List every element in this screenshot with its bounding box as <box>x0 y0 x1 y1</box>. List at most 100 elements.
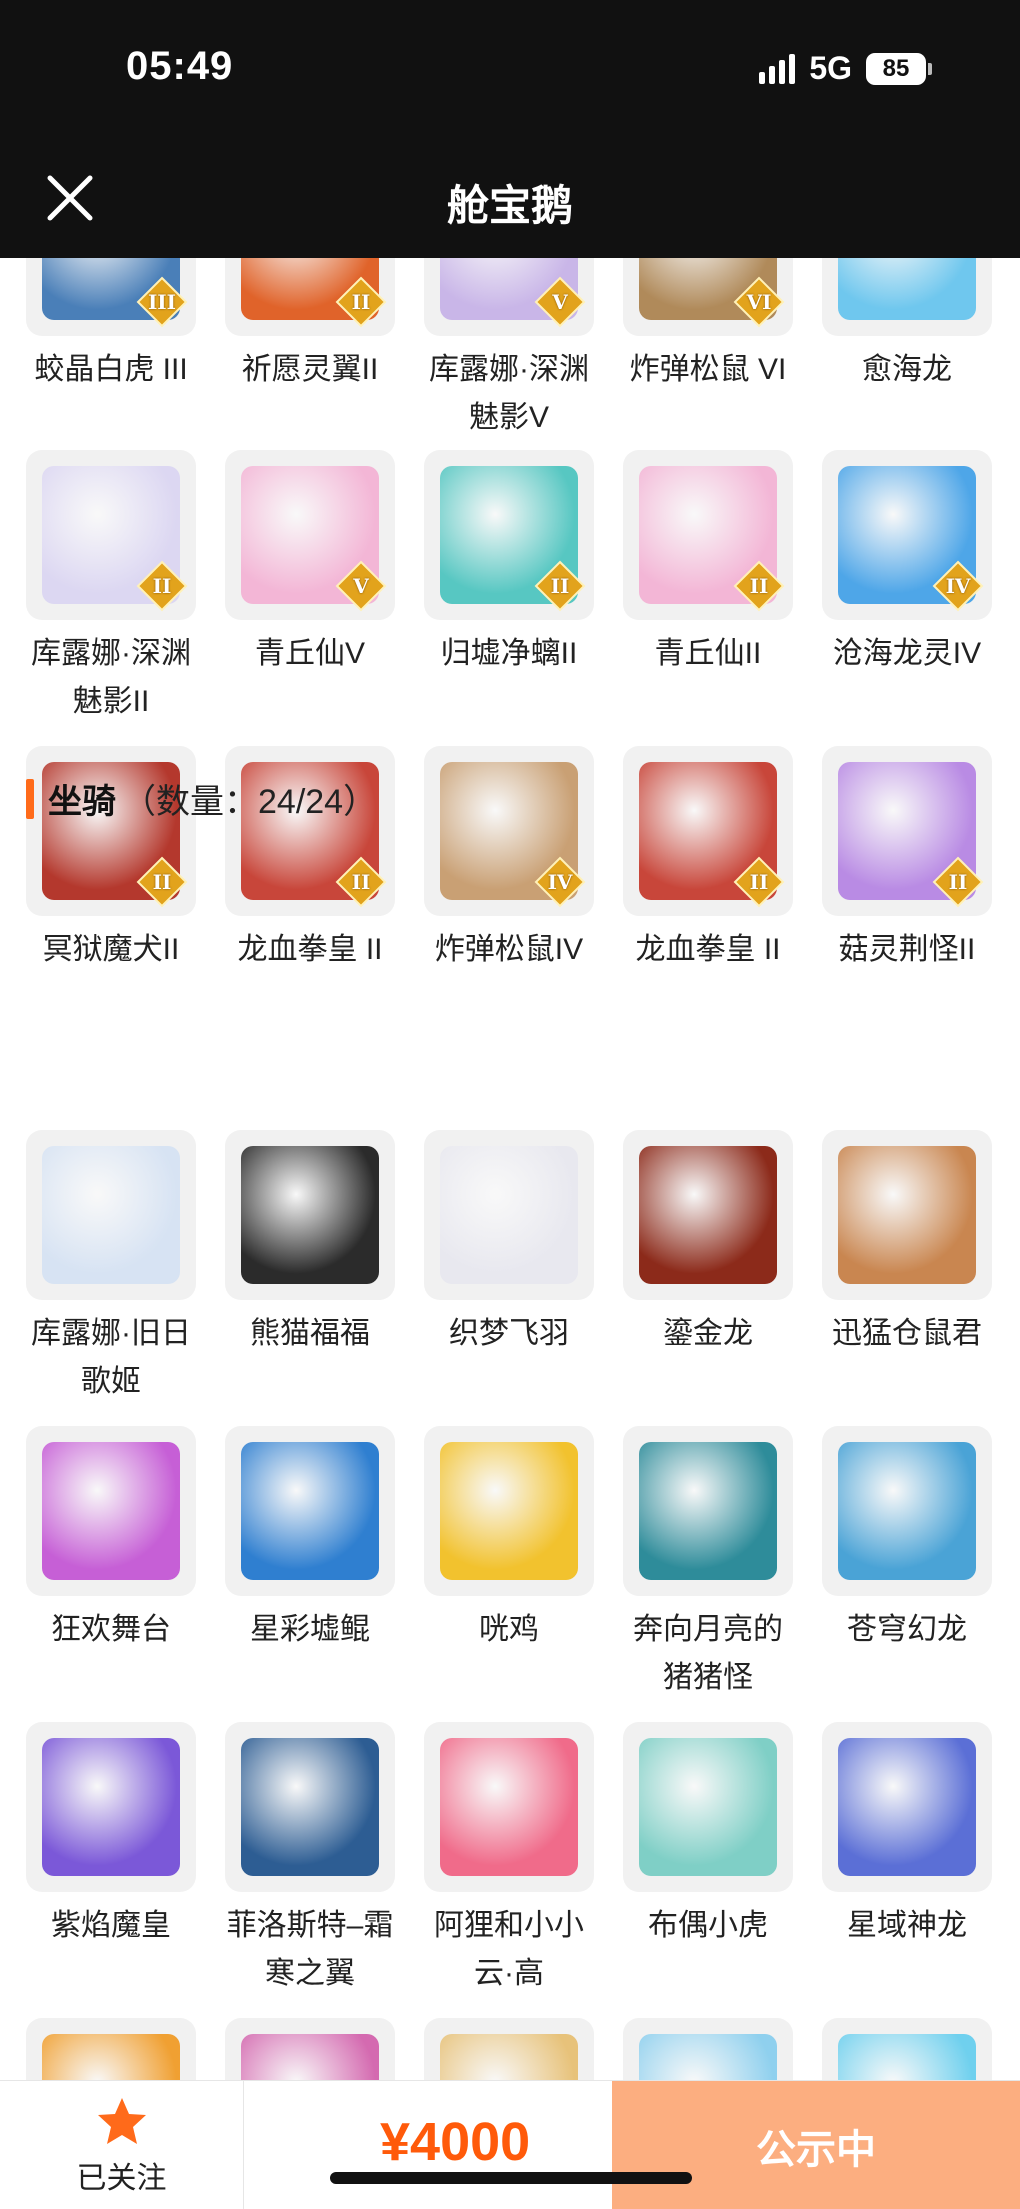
pig-icon <box>639 1442 777 1580</box>
item-card[interactable]: IV 沧海龙灵IV <box>822 450 992 726</box>
tiger-doll-icon <box>639 1738 777 1876</box>
dragon-icon <box>838 258 976 320</box>
item-thumbnail: II <box>623 450 793 620</box>
item-name: 龙血拳皇 II <box>237 933 383 966</box>
chicken-icon <box>440 1442 578 1580</box>
signal-icon <box>759 53 796 84</box>
item-card[interactable]: 库露娜·旧日歌姬 <box>26 1130 196 1406</box>
rank-badge: II <box>932 856 984 908</box>
item-thumbnail <box>623 2018 793 2080</box>
item-thumbnail: II <box>26 450 196 620</box>
item-card[interactable]: 紫焰魔皇 <box>26 1722 196 1998</box>
item-art-icon <box>639 2034 777 2080</box>
panda-icon <box>241 1146 379 1284</box>
item-card[interactable]: V 库露娜·深渊魅影V <box>424 258 594 442</box>
item-thumbnail: II <box>822 746 992 916</box>
item-card[interactable]: 苍穹幻龙 <box>822 1426 992 1702</box>
item-thumbnail: II <box>623 746 793 916</box>
item-name: 沧海龙灵IV <box>832 637 982 670</box>
item-card[interactable]: II 归墟净螭II <box>424 450 594 726</box>
item-name: 织梦飞羽 <box>449 1317 569 1350</box>
item-name: 龙血拳皇 II <box>635 933 781 966</box>
item-art-icon <box>241 2034 379 2080</box>
item-card[interactable]: 狂欢舞台 <box>26 1426 196 1702</box>
item-thumbnail <box>424 1130 594 1300</box>
item-card[interactable] <box>623 2018 793 2080</box>
item-thumbnail: V <box>225 450 395 620</box>
item-card[interactable]: 布偶小虎 <box>623 1722 793 1998</box>
item-card[interactable] <box>225 2018 395 2080</box>
item-art-icon <box>42 2034 180 2080</box>
price-label: ¥4000 <box>380 2112 531 2172</box>
rank-badge: IV <box>534 856 586 908</box>
item-name: 祈愿灵翼II <box>241 353 379 386</box>
item-name: 紫焰魔皇 <box>51 1909 171 1942</box>
follow-button[interactable]: 已关注 <box>0 2081 244 2209</box>
item-thumbnail: IV <box>822 450 992 620</box>
rank-badge: II <box>335 856 387 908</box>
item-thumbnail <box>822 258 992 336</box>
item-card[interactable]: 星彩墟鲲 <box>225 1426 395 1702</box>
item-thumbnail: II <box>225 746 395 916</box>
item-card[interactable]: II 祈愿灵翼II <box>225 258 395 442</box>
item-name: 布偶小虎 <box>648 1909 768 1942</box>
whale-icon <box>241 1442 379 1580</box>
item-thumbnail: VI <box>623 258 793 336</box>
item-thumbnail <box>225 1722 395 1892</box>
item-card[interactable]: VI 炸弹松鼠 VI <box>623 258 793 442</box>
item-card[interactable] <box>424 2018 594 2080</box>
item-card[interactable]: II 菇灵荆怪II <box>822 746 992 974</box>
rank-badge: VI <box>733 276 785 328</box>
top-bar: 05:49 5G 85 舱宝鹅 <box>0 0 1020 258</box>
rank-badge: V <box>534 276 586 328</box>
item-card[interactable]: 咣鸡 <box>424 1426 594 1702</box>
home-indicator <box>330 2172 692 2184</box>
item-card[interactable]: III 蛟晶白虎 III <box>26 258 196 442</box>
battery-level: 85 <box>866 52 926 85</box>
item-card[interactable]: 阿狸和小小云·高 <box>424 1722 594 1998</box>
item-thumbnail: II <box>225 258 395 336</box>
mount-grid-row3: 紫焰魔皇 菲洛斯特–霜寒之翼 阿狸和小小云·高 布偶小虎 星域神龙 <box>26 1722 992 1998</box>
item-name: 炸弹松鼠IV <box>434 933 584 966</box>
item-art-icon <box>440 2034 578 2080</box>
item-thumbnail <box>822 1426 992 1596</box>
item-card[interactable]: IV 炸弹松鼠IV <box>424 746 594 974</box>
battery-icon: 85 <box>866 52 932 85</box>
item-card[interactable]: 迅猛仓鼠君 <box>822 1130 992 1406</box>
item-card[interactable]: 织梦飞羽 <box>424 1130 594 1406</box>
item-thumbnail: III <box>26 258 196 336</box>
phoenix-icon <box>42 1738 180 1876</box>
item-card[interactable]: 熊猫福福 <box>225 1130 395 1406</box>
item-thumbnail <box>822 2018 992 2080</box>
rank-badge: IV <box>932 560 984 612</box>
item-thumbnail <box>225 2018 395 2080</box>
item-card[interactable]: 星域神龙 <box>822 1722 992 1998</box>
dragon-icon <box>838 1442 976 1580</box>
item-card[interactable]: 鎏金龙 <box>623 1130 793 1406</box>
item-thumbnail <box>822 1722 992 1892</box>
item-card[interactable] <box>822 2018 992 2080</box>
item-thumbnail <box>225 1426 395 1596</box>
mounts-section-header: 坐骑 （数量：24/24） <box>26 774 377 823</box>
item-card[interactable]: V 青丘仙V <box>225 450 395 726</box>
follow-label: 已关注 <box>76 2161 167 2195</box>
item-card[interactable]: 菲洛斯特–霜寒之翼 <box>225 1722 395 1998</box>
item-card[interactable] <box>26 2018 196 2080</box>
item-card[interactable]: II 库露娜·深渊魅影II <box>26 450 196 726</box>
item-thumbnail: II <box>26 746 196 916</box>
item-name: 奔向月亮的猪猪怪 <box>633 1613 783 1694</box>
rank-badge: V <box>335 560 387 612</box>
item-thumbnail: II <box>424 450 594 620</box>
item-thumbnail <box>424 1722 594 1892</box>
status-button[interactable]: 公示中 <box>612 2081 1020 2209</box>
rank-badge: II <box>335 276 387 328</box>
content-area[interactable]: III 蛟晶白虎 III II 祈愿灵翼II V 库露娜·深渊魅影V VI 炸弹松鼠 VI 愈海… <box>0 258 1020 2080</box>
bottom-action-bar: 已关注 ¥4000 公示中 <box>0 2080 1020 2209</box>
section-title: 坐骑 <box>48 783 116 821</box>
item-card[interactable]: II 青丘仙II <box>623 450 793 726</box>
item-card[interactable]: II 龙血拳皇 II <box>623 746 793 974</box>
rank-badge: II <box>136 560 188 612</box>
item-card[interactable]: 奔向月亮的猪猪怪 <box>623 1426 793 1702</box>
item-card[interactable]: 愈海龙 <box>822 258 992 442</box>
item-name: 熊猫福福 <box>250 1317 370 1350</box>
